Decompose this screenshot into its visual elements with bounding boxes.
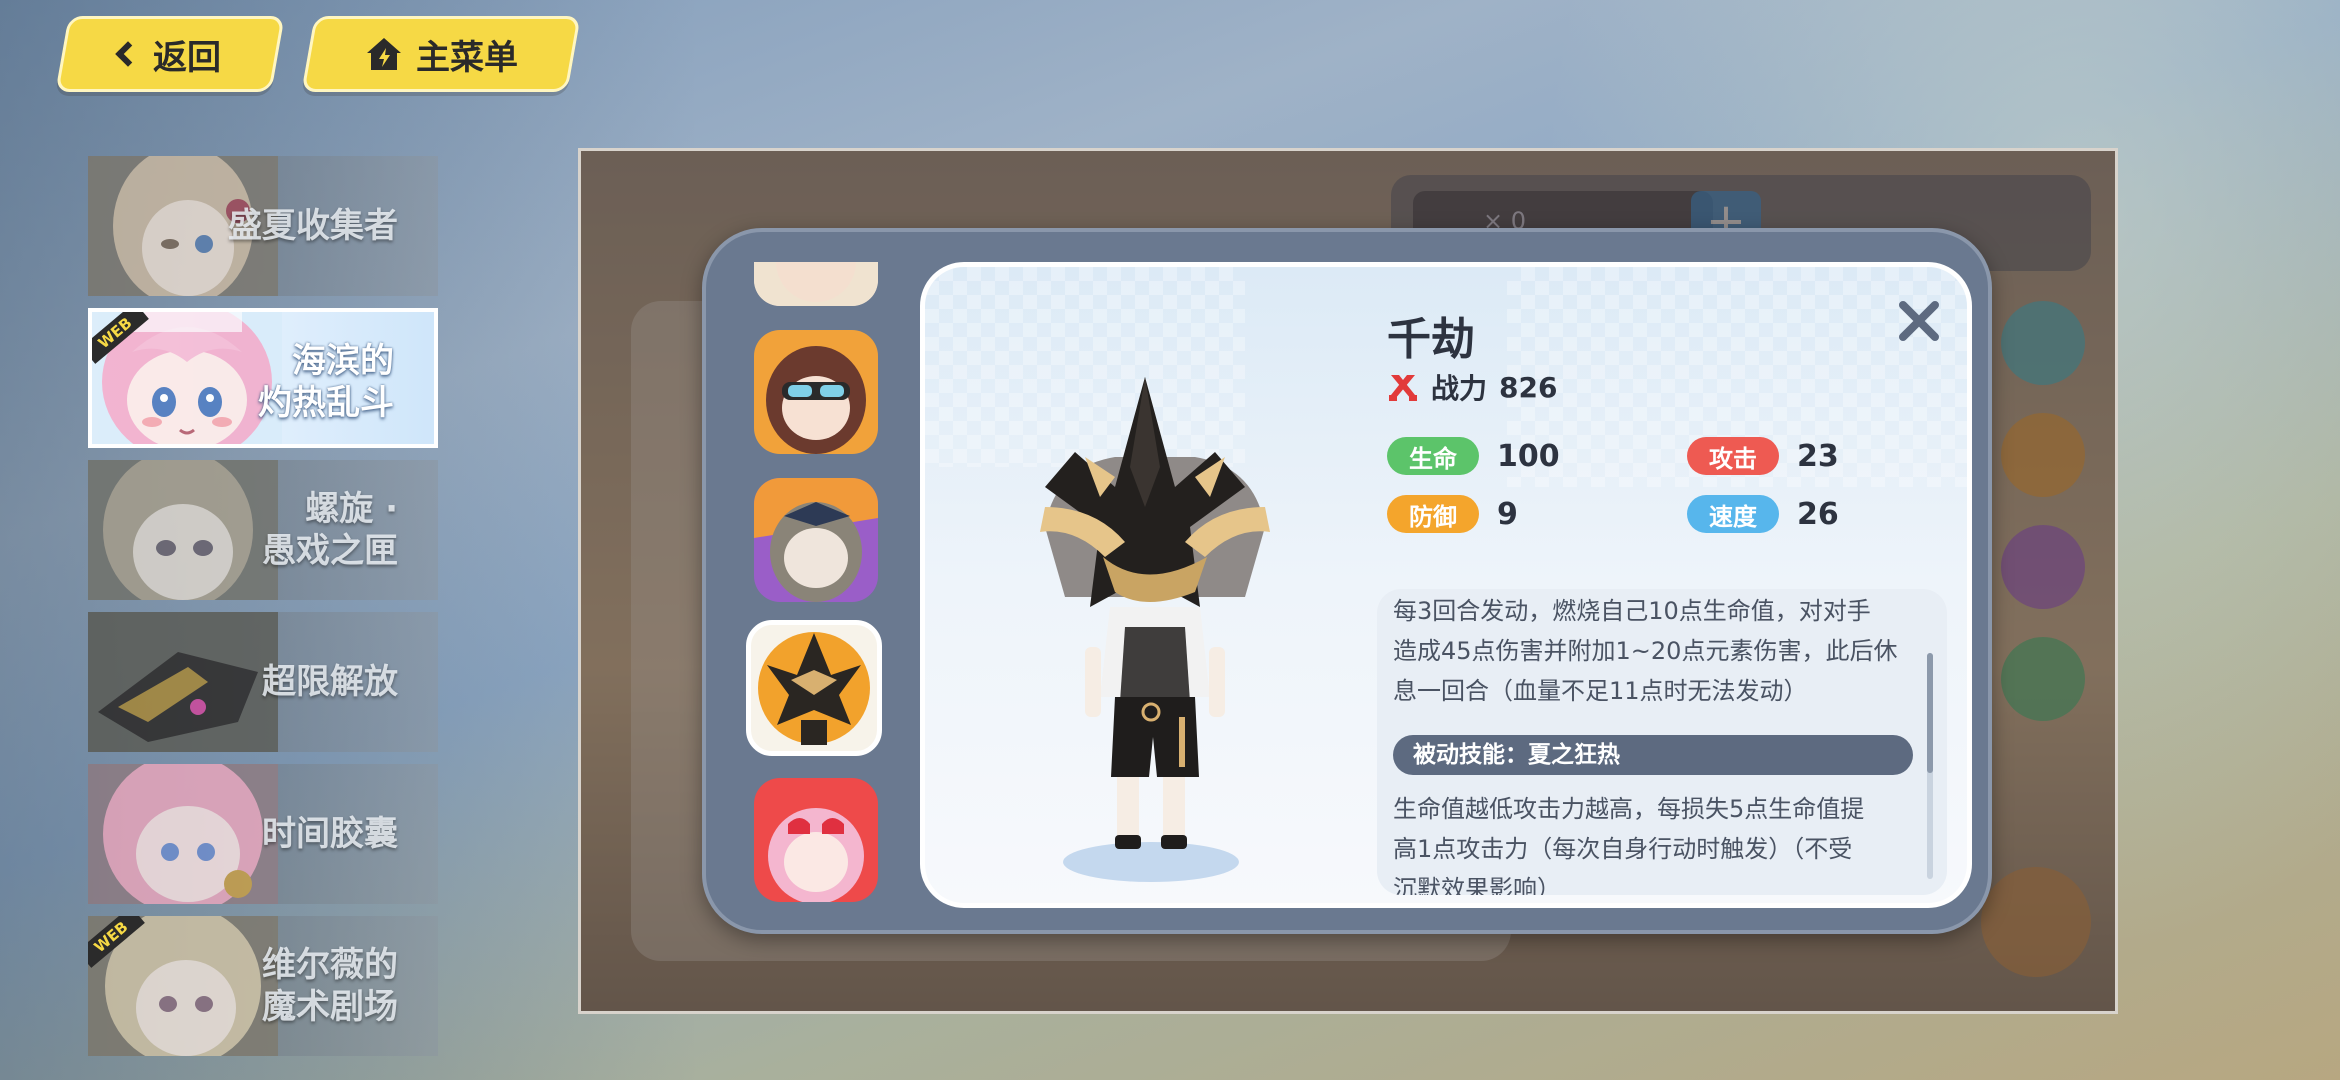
character-thumb[interactable] <box>754 330 878 454</box>
event-label: 时间胶囊 <box>262 814 398 854</box>
character-thumb-selected[interactable] <box>746 620 882 756</box>
stat-spd: 速度 26 <box>1687 495 1839 533</box>
character-thumb[interactable] <box>754 262 878 306</box>
passive-skill-title: 被动技能：夏之狂热 <box>1393 735 1913 775</box>
stat-hp-label: 生命 <box>1387 437 1479 475</box>
character-portrait <box>754 330 878 454</box>
main-menu-label: 主菜单 <box>416 37 518 78</box>
power-value: 826 <box>1499 370 1558 404</box>
close-icon[interactable] <box>1895 297 1943 345</box>
skill-scrollbar[interactable] <box>1927 653 1933 879</box>
character-portrait <box>754 778 878 902</box>
passive-skill-text: 生命值越低攻击力越高，每损失5点生命值提 高1点攻击力（每次自身行动时触发）（不… <box>1393 795 1865 895</box>
skill-description-box[interactable]: 每3回合发动，燃烧自己10点生命值，对对手 造成45点伤害并附加1~20点元素伤… <box>1377 589 1947 895</box>
power-row: 战力 826 <box>1387 367 1557 407</box>
stat-def-value: 9 <box>1497 496 1518 532</box>
stat-def-label: 防御 <box>1387 495 1479 533</box>
event-label: 盛夏收集者 <box>228 206 398 246</box>
character-list[interactable] <box>736 262 886 902</box>
scrollbar-thumb[interactable] <box>1927 653 1933 773</box>
home-icon <box>367 38 401 70</box>
event-label: 螺旋 · 愚戏之匣 <box>262 489 398 571</box>
event-item-magic-theater[interactable]: WEB 维尔薇的 魔术剧场 <box>88 916 438 1056</box>
stat-hp: 生命 100 <box>1387 437 1560 475</box>
chevron-left-icon <box>115 41 141 67</box>
stat-atk-label: 攻击 <box>1687 437 1779 475</box>
character-name: 千劫 <box>1387 314 1475 365</box>
back-button[interactable]: 返回 <box>55 16 285 92</box>
active-skill-text: 每3回合发动，燃烧自己10点生命值，对对手 造成45点伤害并附加1~20点元素伤… <box>1393 597 1898 705</box>
stat-atk-value: 23 <box>1797 438 1839 474</box>
character-detail-card: 千劫 战力 826 生命 100 攻击 23 防御 9 速度 26 每3回合发动… <box>920 262 1972 908</box>
character-portrait <box>754 478 878 602</box>
power-icon <box>1389 375 1417 401</box>
event-list[interactable]: 盛夏收集者 WEB 海滨的 灼热乱斗 螺旋 · 愚戏之匣 超限解放 时间胶囊 W… <box>88 100 442 1080</box>
event-label: 超限解放 <box>262 662 398 702</box>
event-item-summer-collector[interactable]: 盛夏收集者 <box>88 156 438 296</box>
character-portrait <box>754 262 878 306</box>
character-portrait <box>758 632 870 745</box>
stat-hp-value: 100 <box>1497 438 1560 474</box>
event-item-limit-break[interactable]: 超限解放 <box>88 612 438 752</box>
back-label: 返回 <box>153 37 221 78</box>
stat-spd-label: 速度 <box>1687 495 1779 533</box>
character-popup: 千劫 战力 826 生命 100 攻击 23 防御 9 速度 26 每3回合发动… <box>702 228 1992 934</box>
stat-atk: 攻击 23 <box>1687 437 1839 475</box>
stat-spd-value: 26 <box>1797 496 1839 532</box>
event-item-spiral[interactable]: 螺旋 · 愚戏之匣 <box>88 460 438 600</box>
event-label: 维尔薇的 魔术剧场 <box>262 945 398 1027</box>
character-model <box>1040 377 1270 882</box>
stat-def: 防御 9 <box>1387 495 1518 533</box>
main-menu-button[interactable]: 主菜单 <box>301 16 581 92</box>
event-label: 海滨的 灼热乱斗 <box>258 341 394 423</box>
character-thumb[interactable] <box>754 478 878 602</box>
power-label: 战力 <box>1431 372 1488 405</box>
event-item-time-capsule[interactable]: 时间胶囊 <box>88 764 438 904</box>
event-item-beach-brawl[interactable]: WEB 海滨的 灼热乱斗 <box>88 308 438 448</box>
character-thumb[interactable] <box>754 778 878 902</box>
